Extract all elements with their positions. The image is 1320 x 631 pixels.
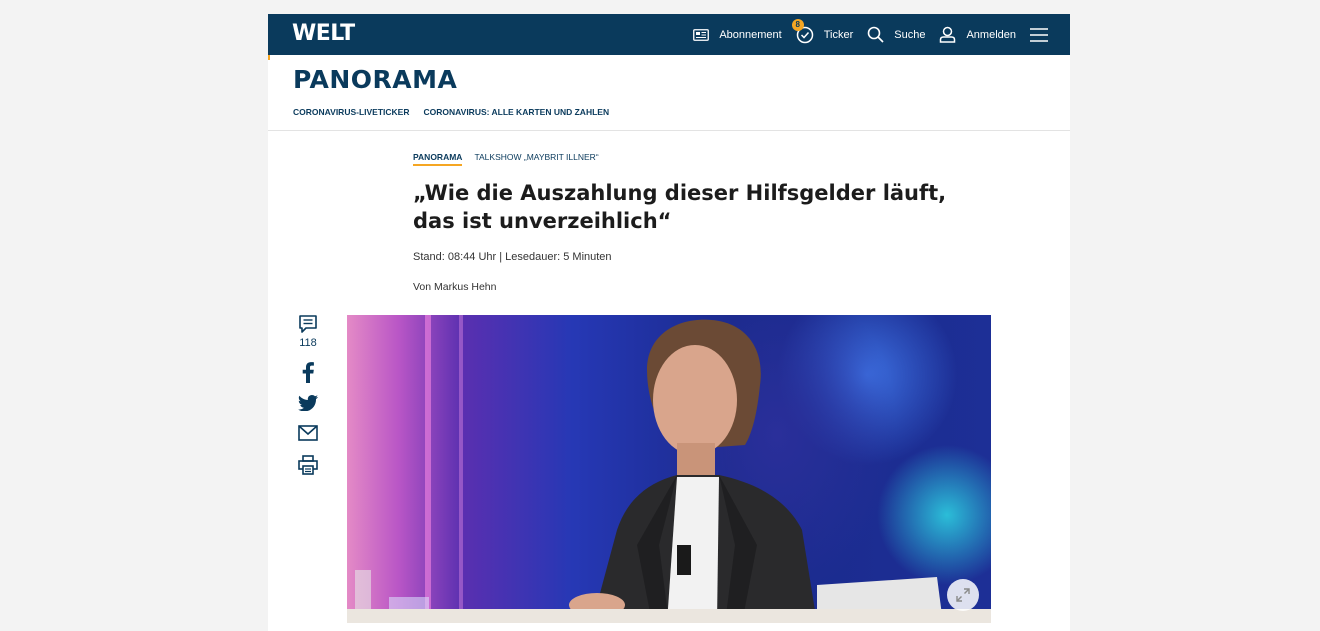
ticker-label: Ticker bbox=[823, 28, 854, 41]
login-label: Anmelden bbox=[966, 28, 1016, 41]
expand-icon bbox=[956, 588, 970, 602]
article-author: Von Markus Hehn bbox=[413, 281, 497, 293]
mail-share-button[interactable] bbox=[298, 425, 318, 441]
user-icon bbox=[940, 26, 956, 43]
header-nav: Abonnement 8 Ticker Suche Anmelden bbox=[693, 14, 1070, 55]
mail-icon bbox=[298, 425, 318, 441]
comment-count: 118 bbox=[299, 337, 317, 349]
ticker-link[interactable]: 8 Ticker bbox=[791, 18, 854, 44]
subscription-label: Abonnement bbox=[719, 28, 782, 41]
facebook-share-button[interactable] bbox=[301, 361, 315, 383]
breadcrumb: PANORAMA TALKSHOW „MAYBRIT ILLNER“ bbox=[413, 152, 599, 166]
search-icon bbox=[867, 26, 884, 43]
search-label: Suche bbox=[894, 28, 926, 41]
ticker-badge: 8 bbox=[791, 18, 804, 31]
studio-desk bbox=[347, 609, 991, 623]
top-navigation-bar: WELT Abonnement 8 Ticker Suche Anmelden bbox=[268, 14, 1070, 55]
section-subnav: CORONAVIRUS-LIVETICKER CORONAVIRUS: ALLE… bbox=[293, 107, 623, 117]
hero-image[interactable] bbox=[347, 315, 991, 623]
share-sidebar: 118 bbox=[292, 314, 324, 475]
expand-image-button[interactable] bbox=[947, 579, 979, 611]
welt-logo[interactable]: WELT bbox=[292, 21, 355, 46]
article-page: WELT Abonnement 8 Ticker Suche Anmelden … bbox=[268, 14, 1070, 631]
facebook-icon bbox=[302, 362, 314, 383]
guest-figure bbox=[355, 319, 943, 623]
accent-mark bbox=[268, 55, 270, 60]
newspaper-icon bbox=[693, 28, 710, 41]
twitter-icon bbox=[298, 395, 318, 411]
print-icon bbox=[298, 455, 318, 475]
breadcrumb-topic[interactable]: TALKSHOW „MAYBRIT ILLNER“ bbox=[474, 152, 598, 166]
comments-button[interactable]: 118 bbox=[298, 314, 318, 349]
subnav-link-liveticker[interactable]: CORONAVIRUS-LIVETICKER bbox=[293, 107, 410, 117]
article-meta: Stand: 08:44 Uhr | Lesedauer: 5 Minuten bbox=[413, 251, 612, 263]
breadcrumb-section[interactable]: PANORAMA bbox=[413, 152, 463, 166]
article-headline: „Wie die Auszahlung dieser Hilfsgelder l… bbox=[413, 181, 947, 233]
subnav-link-karten[interactable]: CORONAVIRUS: ALLE KARTEN UND ZAHLEN bbox=[424, 107, 610, 117]
section-title[interactable]: PANORAMA bbox=[293, 65, 457, 94]
search-link[interactable]: Suche bbox=[867, 26, 925, 43]
subscription-link[interactable]: Abonnement bbox=[693, 28, 782, 41]
twitter-share-button[interactable] bbox=[298, 395, 318, 411]
print-button[interactable] bbox=[298, 455, 318, 475]
divider bbox=[268, 130, 1070, 131]
hamburger-menu-icon bbox=[1030, 27, 1048, 42]
login-link[interactable]: Anmelden bbox=[939, 26, 1016, 43]
menu-button[interactable] bbox=[1030, 27, 1058, 42]
comment-icon bbox=[299, 315, 317, 333]
